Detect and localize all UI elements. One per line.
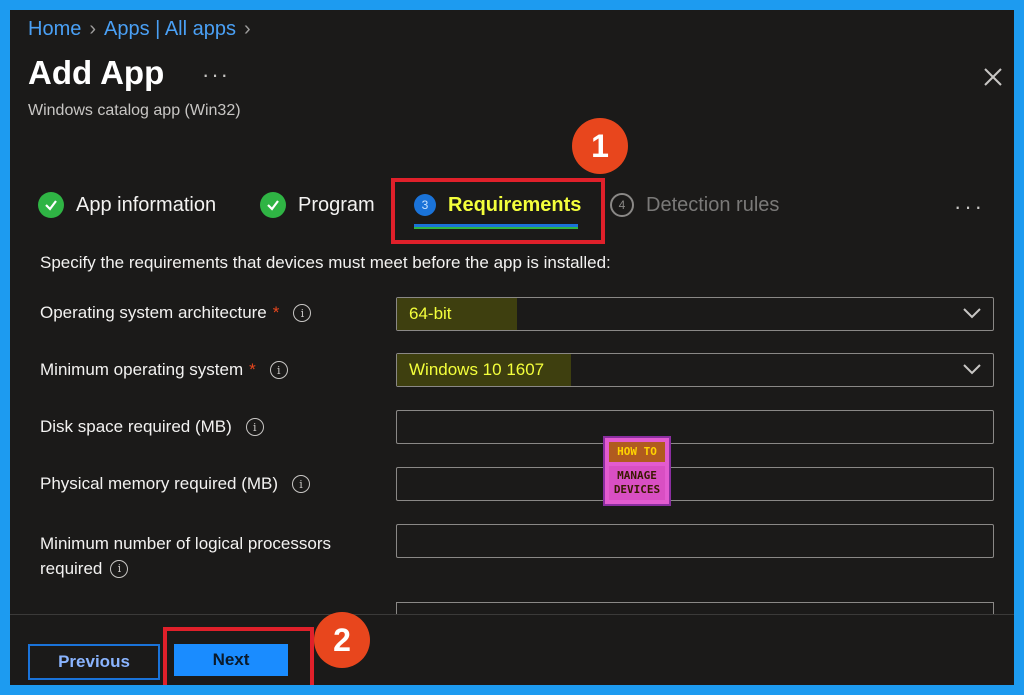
checkmark-icon — [38, 192, 64, 218]
field-label: Minimum operating system — [40, 360, 244, 379]
field-label-line1: Minimum number of logical processors — [40, 534, 331, 553]
more-options-button[interactable]: ··· — [202, 62, 230, 88]
min-os-dropdown[interactable]: Windows 10 1607 — [396, 353, 994, 387]
field-label-line2: required — [40, 559, 103, 578]
add-app-blade: Home › Apps | All apps › Add App ··· Win… — [10, 10, 1014, 685]
logo-top-text: HOW TO — [609, 442, 665, 462]
breadcrumb: Home › Apps | All apps › — [28, 18, 251, 41]
breadcrumb-apps[interactable]: Apps | All apps — [104, 18, 236, 41]
previous-button[interactable]: Previous — [28, 644, 160, 680]
instructions-text: Specify the requirements that devices mu… — [40, 253, 611, 272]
disk-space-label: Disk space required (MB) i — [40, 417, 264, 437]
logo-line2: MANAGE — [617, 469, 657, 482]
logo-bottom-text: MANAGE DEVICES — [609, 466, 665, 500]
chevron-down-icon — [963, 364, 981, 375]
page-subtitle: Windows catalog app (Win32) — [28, 102, 241, 119]
chevron-right-icon: › — [89, 18, 97, 40]
tab-label: Detection rules — [646, 193, 780, 216]
physical-memory-input[interactable] — [396, 467, 994, 501]
field-label: Disk space required (MB) — [40, 417, 232, 436]
chevron-down-icon — [963, 308, 981, 319]
tab-label: Program — [298, 193, 375, 216]
physical-memory-label: Physical memory required (MB) i — [40, 474, 311, 494]
howto-manage-devices-logo: HOW TO MANAGE DEVICES — [603, 436, 671, 506]
callout-badge-1: 1 — [572, 118, 628, 174]
required-marker: * — [272, 303, 280, 322]
highlight-box-requirements — [391, 178, 605, 244]
info-icon[interactable]: i — [292, 475, 311, 493]
close-icon[interactable] — [982, 66, 1004, 88]
disk-space-input[interactable] — [396, 410, 994, 444]
min-os-label: Minimum operating system * i — [40, 360, 288, 380]
os-architecture-label: Operating system architecture * i — [40, 303, 312, 323]
step-number-icon: 4 — [610, 193, 634, 217]
callout-badge-2: 2 — [314, 612, 370, 668]
tab-label: App information — [76, 193, 217, 216]
info-icon[interactable]: i — [269, 361, 288, 379]
highlight-box-next — [163, 627, 314, 685]
tab-program[interactable]: Program — [260, 188, 375, 222]
tabs-more-button[interactable]: ··· — [954, 194, 985, 220]
required-marker: * — [249, 360, 256, 379]
chevron-right-icon: › — [243, 18, 251, 40]
info-icon[interactable]: i — [110, 559, 129, 578]
logical-processors-input[interactable] — [396, 524, 994, 558]
field-label: Physical memory required (MB) — [40, 474, 279, 493]
os-architecture-dropdown[interactable]: 64-bit — [396, 297, 994, 331]
tab-detection-rules[interactable]: 4 Detection rules — [610, 188, 779, 222]
info-icon[interactable]: i — [293, 304, 312, 322]
selected-value: 64-bit — [397, 298, 517, 330]
checkmark-icon — [260, 192, 286, 218]
info-icon[interactable]: i — [245, 418, 264, 436]
logical-processors-label: Minimum number of logical processors req… — [40, 531, 331, 581]
tab-app-information[interactable]: App information — [38, 188, 216, 222]
breadcrumb-home[interactable]: Home — [28, 18, 81, 41]
field-label: Operating system architecture — [40, 303, 267, 322]
selected-value: Windows 10 1607 — [397, 354, 571, 386]
footer-divider — [10, 614, 1014, 615]
page-title: Add App — [28, 54, 165, 91]
logo-line3: DEVICES — [613, 483, 661, 496]
